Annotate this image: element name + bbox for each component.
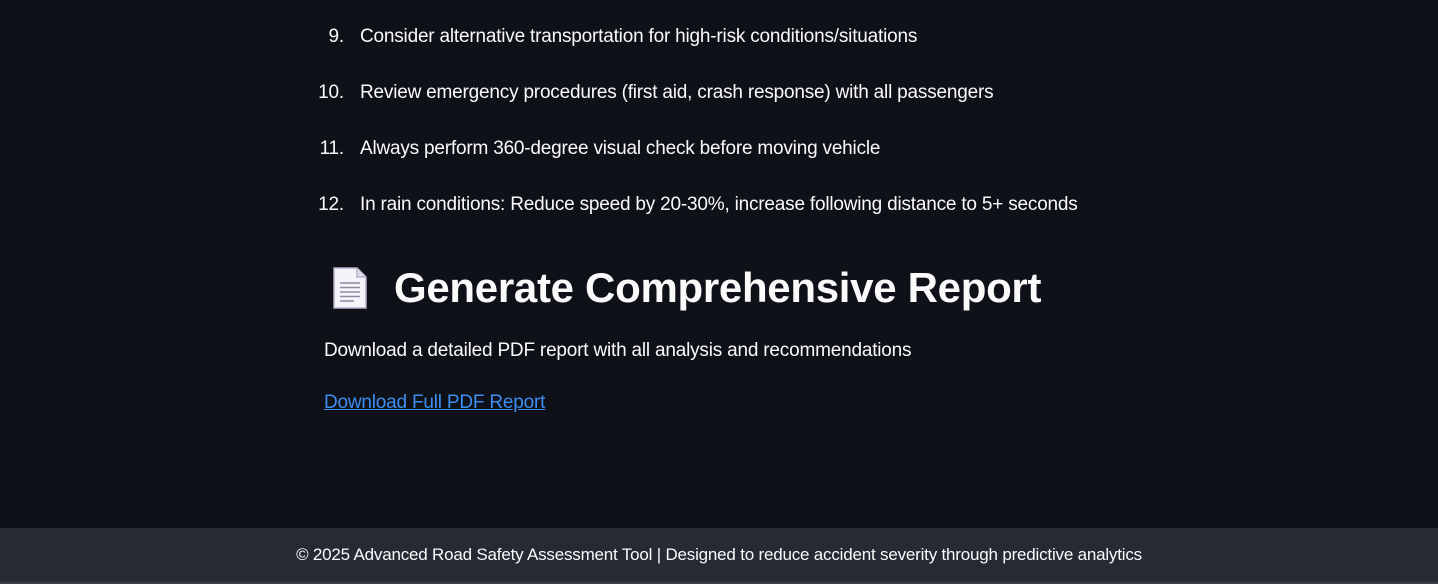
page-title: Generate Comprehensive Report <box>394 264 1042 311</box>
list-item-text: Always perform 360-degree visual check b… <box>360 138 881 159</box>
list-item-number: 9. <box>328 26 345 47</box>
list-item-text: Review emergency procedures (first aid, … <box>360 82 994 103</box>
download-pdf-link[interactable]: Download Full PDF Report <box>324 390 545 416</box>
footer-text: © 2025 Advanced Road Safety Assessment T… <box>296 545 1142 564</box>
footer: © 2025 Advanced Road Safety Assessment T… <box>0 528 1438 584</box>
app-page: 9. Consider alternative transportation f… <box>0 0 1438 584</box>
document-icon <box>333 267 367 309</box>
list-item-number: 11. <box>319 138 345 159</box>
list-item-text: In rain conditions: Reduce speed by 20-3… <box>360 194 1078 215</box>
list-item-number: 10. <box>318 82 344 103</box>
list-item-text: Consider alternative transportation for … <box>360 26 918 47</box>
list-item-number: 12. <box>318 194 344 215</box>
report-heading: Generate Comprehensive Report <box>332 258 1041 318</box>
report-description: Download a detailed PDF report with all … <box>324 340 912 361</box>
